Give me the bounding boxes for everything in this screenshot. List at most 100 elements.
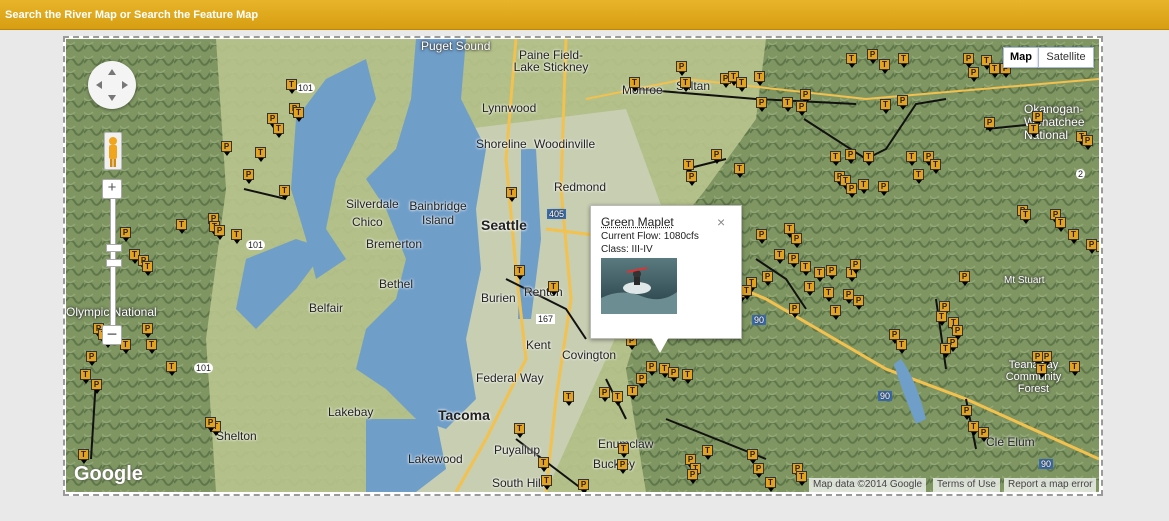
- put-in-marker[interactable]: P: [788, 253, 799, 268]
- river-map[interactable]: Puget Sound Paine Field-Lake Stickney Ly…: [66, 39, 1099, 492]
- terms-of-use-link[interactable]: Terms of Use: [933, 478, 1000, 492]
- take-out-marker[interactable]: T: [1036, 363, 1047, 378]
- take-out-marker[interactable]: T: [814, 267, 825, 282]
- take-out-marker[interactable]: T: [146, 339, 157, 354]
- put-in-marker[interactable]: P: [142, 323, 153, 338]
- take-out-marker[interactable]: T: [176, 219, 187, 234]
- take-out-marker[interactable]: T: [702, 445, 713, 460]
- put-in-marker[interactable]: P: [91, 379, 102, 394]
- put-in-marker[interactable]: P: [668, 367, 679, 382]
- report-map-error-link[interactable]: Report a map error: [1004, 478, 1097, 492]
- take-out-marker[interactable]: T: [563, 391, 574, 406]
- pan-control[interactable]: [88, 61, 136, 109]
- put-in-marker[interactable]: P: [796, 101, 807, 116]
- take-out-marker[interactable]: T: [1055, 217, 1066, 232]
- put-in-marker[interactable]: P: [753, 463, 764, 478]
- take-out-marker[interactable]: T: [754, 71, 765, 86]
- take-out-marker[interactable]: T: [906, 151, 917, 166]
- take-out-marker[interactable]: T: [1020, 209, 1031, 224]
- put-in-marker[interactable]: P: [221, 141, 232, 156]
- take-out-marker[interactable]: T: [765, 477, 776, 492]
- put-in-marker[interactable]: P: [853, 295, 864, 310]
- put-in-marker[interactable]: P: [636, 373, 647, 388]
- put-in-marker[interactable]: P: [897, 95, 908, 110]
- put-in-marker[interactable]: P: [846, 183, 857, 198]
- put-in-marker[interactable]: P: [687, 469, 698, 484]
- put-in-marker[interactable]: P: [959, 271, 970, 286]
- take-out-marker[interactable]: T: [736, 77, 747, 92]
- put-in-marker[interactable]: P: [756, 229, 767, 244]
- take-out-marker[interactable]: T: [782, 97, 793, 112]
- put-in-marker[interactable]: P: [756, 97, 767, 112]
- take-out-marker[interactable]: T: [830, 305, 841, 320]
- take-out-marker[interactable]: T: [286, 79, 297, 94]
- take-out-marker[interactable]: T: [858, 179, 869, 194]
- put-in-marker[interactable]: P: [850, 259, 861, 274]
- take-out-marker[interactable]: T: [680, 77, 691, 92]
- take-out-marker[interactable]: T: [989, 63, 1000, 78]
- take-out-marker[interactable]: T: [629, 77, 640, 92]
- map-type-satellite-button[interactable]: Satellite: [1038, 47, 1094, 68]
- put-in-marker[interactable]: P: [978, 427, 989, 442]
- put-in-marker[interactable]: P: [578, 479, 589, 492]
- take-out-marker[interactable]: T: [80, 369, 91, 384]
- put-in-marker[interactable]: P: [1032, 111, 1043, 126]
- take-out-marker[interactable]: T: [273, 123, 284, 138]
- street-view-pegman[interactable]: [104, 132, 122, 170]
- put-in-marker[interactable]: P: [214, 225, 225, 240]
- put-in-marker[interactable]: P: [762, 271, 773, 286]
- take-out-marker[interactable]: T: [913, 169, 924, 184]
- take-out-marker[interactable]: T: [863, 151, 874, 166]
- take-out-marker[interactable]: T: [930, 159, 941, 174]
- take-out-marker[interactable]: T: [796, 471, 807, 486]
- put-in-marker[interactable]: P: [646, 361, 657, 376]
- put-in-marker[interactable]: P: [961, 405, 972, 420]
- take-out-marker[interactable]: T: [682, 369, 693, 384]
- take-out-marker[interactable]: T: [741, 285, 752, 300]
- zoom-slider-handle[interactable]: [106, 244, 122, 252]
- take-out-marker[interactable]: T: [683, 159, 694, 174]
- take-out-marker[interactable]: T: [166, 361, 177, 376]
- take-out-marker[interactable]: T: [538, 457, 549, 472]
- put-in-marker[interactable]: P: [617, 459, 628, 474]
- take-out-marker[interactable]: T: [279, 185, 290, 200]
- take-out-marker[interactable]: T: [78, 449, 89, 464]
- put-in-marker[interactable]: P: [676, 61, 687, 76]
- put-in-marker[interactable]: P: [800, 89, 811, 104]
- put-in-marker[interactable]: P: [878, 181, 889, 196]
- put-in-marker[interactable]: P: [789, 303, 800, 318]
- put-in-marker[interactable]: P: [205, 417, 216, 432]
- put-in-marker[interactable]: P: [791, 233, 802, 248]
- take-out-marker[interactable]: T: [612, 391, 623, 406]
- take-out-marker[interactable]: T: [514, 265, 525, 280]
- take-out-marker[interactable]: T: [541, 475, 552, 490]
- put-in-marker[interactable]: P: [1082, 135, 1093, 150]
- pan-arrows-icon[interactable]: [88, 61, 136, 109]
- put-in-marker[interactable]: P: [984, 117, 995, 132]
- take-out-marker[interactable]: T: [830, 151, 841, 166]
- take-out-marker[interactable]: T: [142, 261, 153, 276]
- take-out-marker[interactable]: T: [618, 443, 629, 458]
- take-out-marker[interactable]: T: [1096, 241, 1099, 252]
- take-out-marker[interactable]: T: [879, 59, 890, 74]
- kayaker-image[interactable]: [601, 258, 677, 314]
- take-out-marker[interactable]: T: [506, 187, 517, 202]
- put-in-marker[interactable]: P: [86, 351, 97, 366]
- take-out-marker[interactable]: T: [800, 261, 811, 276]
- take-out-marker[interactable]: T: [1069, 361, 1080, 376]
- popup-close-icon[interactable]: ×: [717, 214, 725, 230]
- put-in-marker[interactable]: P: [747, 449, 758, 464]
- take-out-marker[interactable]: T: [293, 107, 304, 122]
- put-in-marker[interactable]: P: [867, 49, 878, 64]
- take-out-marker[interactable]: T: [936, 311, 947, 326]
- put-in-marker[interactable]: P: [243, 169, 254, 184]
- take-out-marker[interactable]: T: [898, 53, 909, 68]
- take-out-marker[interactable]: T: [734, 163, 745, 178]
- put-in-marker[interactable]: P: [826, 265, 837, 280]
- put-in-marker[interactable]: P: [963, 53, 974, 68]
- take-out-marker[interactable]: T: [846, 53, 857, 68]
- put-in-marker[interactable]: P: [120, 227, 131, 242]
- put-in-marker[interactable]: P: [968, 67, 979, 82]
- take-out-marker[interactable]: T: [514, 423, 525, 438]
- put-in-marker[interactable]: P: [711, 149, 722, 164]
